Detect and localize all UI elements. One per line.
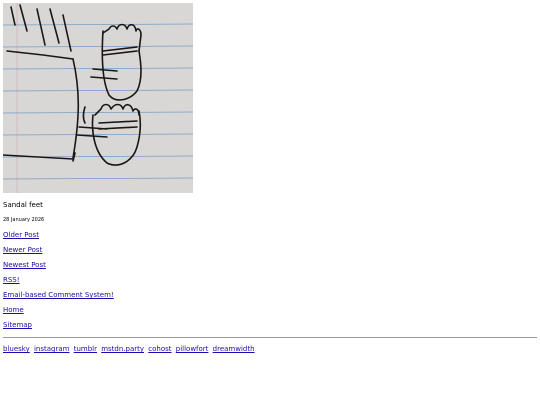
bluesky-link[interactable]: bluesky (3, 345, 30, 353)
email-comment-link[interactable]: Email-based Comment System! (3, 291, 114, 299)
older-post-link[interactable]: Older Post (3, 231, 39, 239)
post-navigation: Older Post Newer Post Newest Post RSS! E… (3, 232, 537, 329)
post-caption: Sandal feet (3, 201, 43, 209)
sitemap-link[interactable]: Sitemap (3, 321, 32, 329)
divider (3, 337, 537, 338)
page: Sandal feet 28 January 2026 Older Post N… (0, 0, 540, 353)
dreamwidth-link[interactable]: dreamwidth (213, 345, 255, 353)
mastodon-link[interactable]: mstdn.party (101, 345, 144, 353)
home-link[interactable]: Home (3, 306, 24, 314)
newest-post-link[interactable]: Newest Post (3, 261, 46, 269)
sandal-feet-drawing (3, 3, 193, 193)
rss-link[interactable]: RSS! (3, 276, 20, 284)
newer-post-link[interactable]: Newer Post (3, 246, 42, 254)
tumblr-link[interactable]: tumblr (74, 345, 97, 353)
social-links: bluesky instagram tumblr mstdn.party coh… (3, 346, 537, 353)
post-date: 28 January 2026 (3, 217, 45, 223)
pillowfort-link[interactable]: pillowfort (176, 345, 209, 353)
instagram-link[interactable]: instagram (34, 345, 70, 353)
cohost-link[interactable]: cohost (148, 345, 171, 353)
